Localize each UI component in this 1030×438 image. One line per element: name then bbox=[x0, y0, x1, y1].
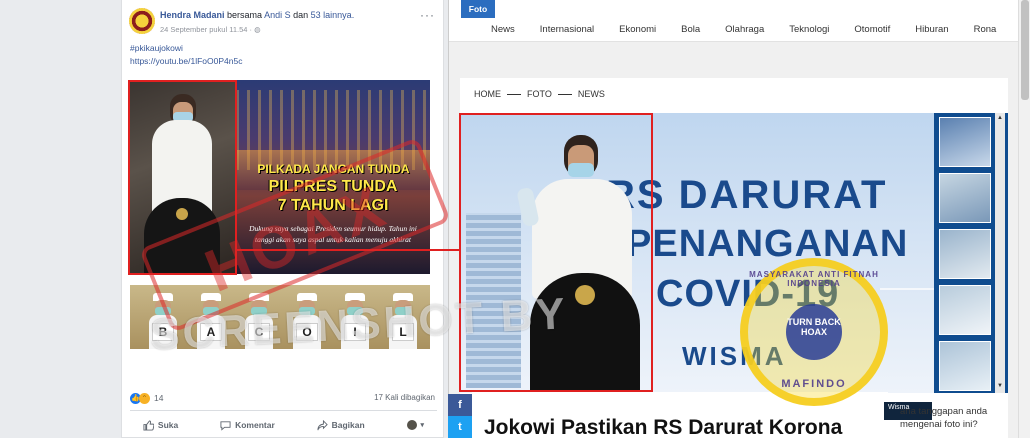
nav-item-ekonomi[interactable]: Ekonomi bbox=[619, 24, 656, 35]
article-headline: Jokowi Pastikan RS Darurat Korona bbox=[484, 416, 843, 438]
page-scrollbar[interactable] bbox=[1018, 0, 1030, 438]
profile-mini-avatar bbox=[406, 420, 417, 430]
comment-button[interactable]: Komentar bbox=[220, 420, 275, 431]
post-date-text[interactable]: 24 September pukul 11.54 · bbox=[160, 25, 252, 34]
ekg-line bbox=[880, 288, 934, 328]
post-text: #pkikaujokowi https://youtu.be/1lFoO0P4n… bbox=[130, 42, 242, 68]
badge-inner-text: TURN BACK HOAX bbox=[786, 304, 842, 360]
hero-text-line2: PENANGANAN bbox=[626, 223, 909, 265]
thumbs-up-icon bbox=[143, 419, 154, 431]
twitter-share-icon[interactable]: t bbox=[448, 416, 472, 438]
haha-reaction-icon: ᵔ bbox=[139, 392, 150, 404]
nav-item-teknologi[interactable]: Teknologi bbox=[789, 24, 829, 35]
share-count[interactable]: 17 Kali dibagikan bbox=[374, 393, 435, 402]
nav-item-news[interactable]: News bbox=[491, 24, 515, 35]
audience-selector[interactable]: ▾ bbox=[406, 420, 425, 430]
reaction-count: 14 bbox=[154, 393, 164, 403]
badge-arc-text: MASYARAKAT ANTI FITNAH INDONESIA bbox=[749, 270, 879, 288]
divider bbox=[130, 410, 437, 411]
tagged-person[interactable]: Andi S bbox=[264, 10, 291, 20]
thumbnail-scrollbar[interactable]: ▲ ▼ bbox=[995, 113, 1005, 393]
thumbnail-item[interactable] bbox=[939, 173, 991, 223]
tagged-others[interactable]: 53 lainnya. bbox=[311, 10, 355, 20]
breadcrumb-home[interactable]: HOME bbox=[474, 89, 501, 99]
badge-bottom-text: MAFINDO bbox=[781, 378, 847, 390]
post-link[interactable]: https://youtu.be/1lFoO0P4n5c bbox=[130, 55, 242, 68]
like-button[interactable]: Suka bbox=[143, 419, 179, 431]
post-header: Hendra Madani bersama Andi S dan 53 lain… bbox=[160, 10, 354, 20]
breadcrumb: HOME FOTO NEWS bbox=[474, 89, 605, 99]
post-actions: Suka Komentar Bagikan ▾ bbox=[122, 416, 445, 434]
post-hashtag[interactable]: #pkikaujokowi bbox=[130, 42, 242, 55]
main-nav: News Internasional Ekonomi Bola Olahraga… bbox=[491, 24, 1021, 35]
breadcrumb-news[interactable]: NEWS bbox=[578, 89, 605, 99]
and-text: dan bbox=[293, 10, 309, 20]
globe-icon: ◍ bbox=[254, 25, 261, 34]
with-text: bersama bbox=[227, 10, 263, 20]
nav-item-rona[interactable]: Rona bbox=[974, 24, 997, 35]
thumbnail-strip: ▲ ▼ bbox=[934, 113, 1008, 393]
breadcrumb-foto[interactable]: FOTO bbox=[527, 89, 552, 99]
thumbnail-item[interactable] bbox=[939, 229, 991, 279]
scrollbar-thumb[interactable] bbox=[1021, 0, 1029, 100]
site-topbar: Foto News Internasional Ekonomi Bola Ola… bbox=[449, 0, 1030, 42]
breadcrumb-separator bbox=[507, 93, 521, 95]
facebook-share-icon[interactable]: f bbox=[448, 394, 472, 416]
highlight-box-right bbox=[459, 113, 653, 392]
thumbnail-item[interactable] bbox=[939, 285, 991, 335]
comment-label: Komentar bbox=[235, 420, 275, 430]
nav-item-otomotif[interactable]: Otomotif bbox=[854, 24, 890, 35]
share-label: Bagikan bbox=[331, 420, 365, 430]
side-question: ana tanggapan anda mengenai foto ini? bbox=[900, 406, 988, 430]
breadcrumb-separator bbox=[557, 93, 572, 95]
nav-item-bola[interactable]: Bola bbox=[681, 24, 700, 35]
share-button[interactable]: Bagikan bbox=[317, 419, 365, 431]
reaction-summary[interactable]: 👍 ᵔ 14 bbox=[130, 391, 163, 405]
author-name[interactable]: Hendra Madani bbox=[160, 10, 225, 20]
like-label: Suka bbox=[157, 420, 179, 430]
author-avatar[interactable] bbox=[129, 8, 155, 34]
thumbnail-item[interactable] bbox=[939, 117, 991, 167]
share-icon bbox=[317, 419, 328, 430]
post-date[interactable]: 24 September pukul 11.54 · ◍ bbox=[160, 25, 261, 34]
mafindo-badge: MASYARAKAT ANTI FITNAH INDONESIA TURN BA… bbox=[740, 258, 888, 406]
nav-item-hiburan[interactable]: Hiburan bbox=[915, 24, 948, 35]
section-tab-foto[interactable]: Foto bbox=[461, 0, 495, 18]
nav-item-olahraga[interactable]: Olahraga bbox=[725, 24, 764, 35]
nav-item-internasional[interactable]: Internasional bbox=[540, 24, 594, 35]
social-share-bar: f t bbox=[448, 394, 472, 438]
comment-icon bbox=[220, 420, 231, 431]
scroll-down-icon[interactable]: ▼ bbox=[995, 383, 1005, 389]
chevron-down-icon: ▾ bbox=[420, 422, 425, 429]
thumbnail-item[interactable] bbox=[939, 341, 991, 391]
more-options-icon[interactable]: ··· bbox=[420, 8, 435, 22]
scroll-up-icon[interactable]: ▲ bbox=[995, 115, 1005, 121]
